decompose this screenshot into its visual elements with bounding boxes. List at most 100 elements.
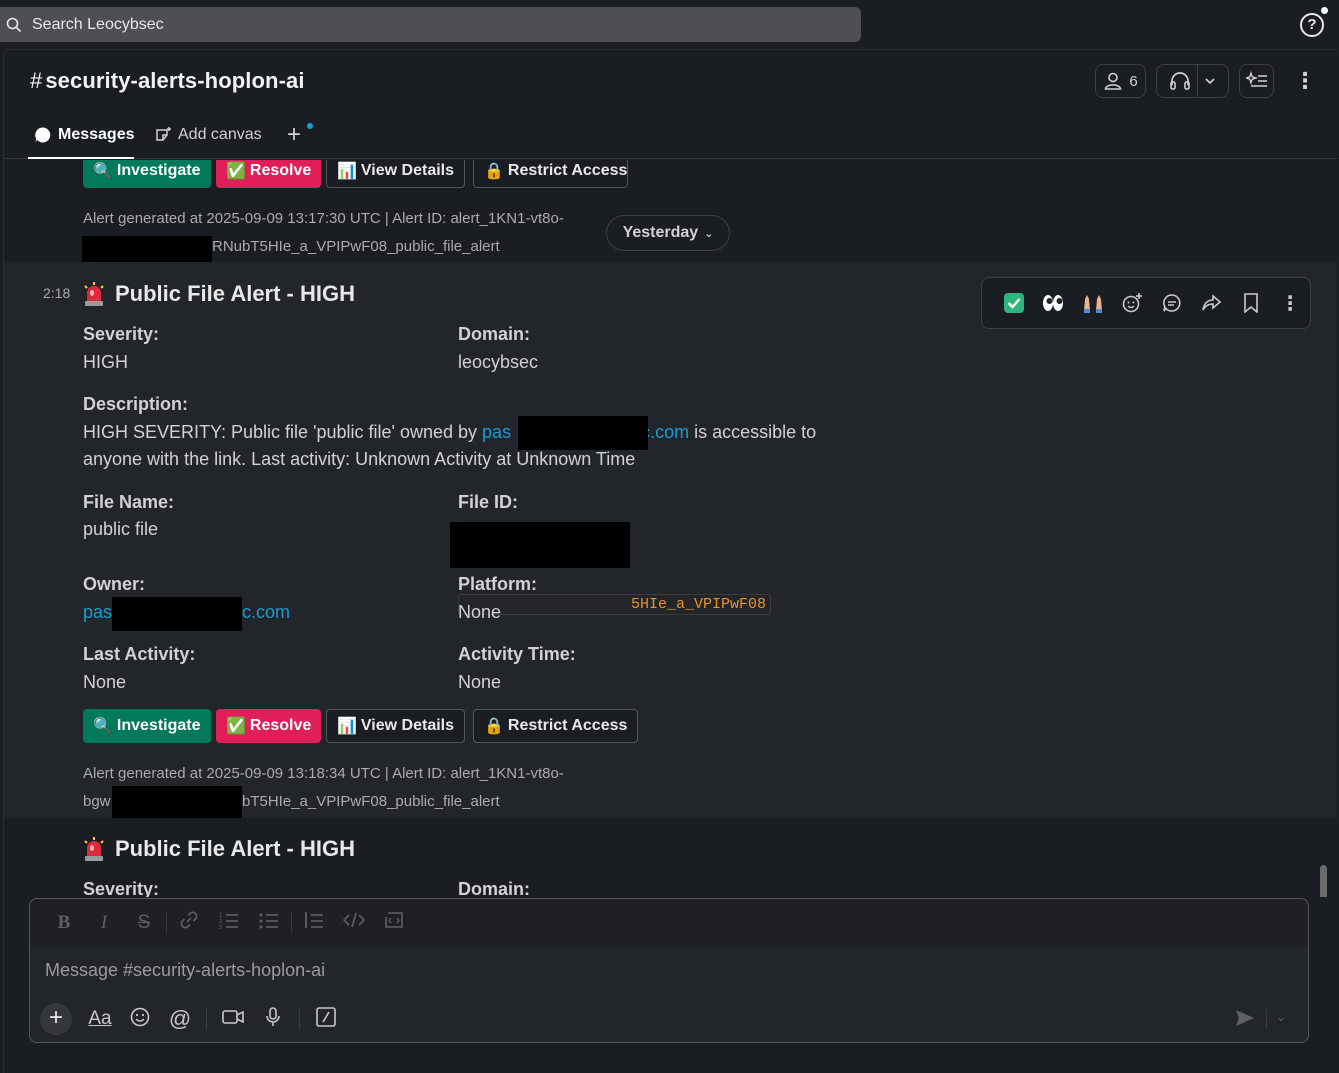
bookmark-icon[interactable] bbox=[1231, 288, 1271, 318]
investigate-button[interactable]: 🔍 Investigate bbox=[83, 709, 211, 743]
message-timestamp[interactable]: 2:18 bbox=[43, 285, 70, 301]
forward-icon[interactable] bbox=[1192, 288, 1232, 318]
tab-add-canvas[interactable]: Add canvas bbox=[154, 126, 262, 144]
channel-details-button[interactable] bbox=[1239, 64, 1274, 98]
resolve-button[interactable]: ✅ Resolve bbox=[216, 160, 322, 188]
send-divider bbox=[1266, 1009, 1267, 1029]
channel-hash-icon: # bbox=[30, 68, 43, 93]
redaction bbox=[112, 786, 242, 820]
last-activity-label: Last Activity: bbox=[83, 644, 196, 664]
active-tab-indicator bbox=[28, 157, 134, 159]
investigate-button[interactable]: 🔍 Investigate bbox=[83, 160, 211, 188]
message-input[interactable]: Message #security-alerts-hoplon-ai bbox=[45, 960, 325, 981]
mention-icon[interactable]: @ bbox=[160, 1006, 200, 1032]
chevron-down-icon[interactable]: ⌄ bbox=[1276, 1010, 1286, 1024]
severity-label: Severity: bbox=[83, 879, 160, 897]
alert-footer-line2-head: bgw bbox=[83, 793, 111, 810]
file-name-value: public file bbox=[83, 519, 159, 539]
channel-title[interactable]: # security-alerts-hoplon-ai bbox=[30, 68, 305, 94]
ordered-list-icon[interactable]: 123 bbox=[209, 911, 249, 935]
bulleted-list-icon[interactable] bbox=[249, 911, 289, 935]
sparkle-list-icon bbox=[1245, 71, 1267, 87]
send-icon[interactable] bbox=[1235, 1009, 1255, 1033]
message-composer: B I S 123 Message #security-alerts-hoplo… bbox=[29, 898, 1309, 1043]
emoji-icon[interactable] bbox=[120, 1007, 160, 1032]
magnifier-emoji-icon: 🔍 bbox=[93, 163, 113, 180]
file-name-label: File Name: bbox=[83, 492, 175, 512]
message-list: 🔍 Investigate ✅ Resolve 📊 View Details 🔒 Res… bbox=[4, 160, 1337, 897]
strikethrough-icon[interactable]: S bbox=[124, 912, 164, 934]
help-icon[interactable]: ? bbox=[1300, 13, 1324, 37]
channel-name: security-alerts-hoplon-ai bbox=[45, 68, 305, 93]
domain-label: Domain: bbox=[458, 324, 530, 344]
activity-time-label: Activity Time: bbox=[458, 644, 576, 664]
microphone-icon[interactable] bbox=[253, 1006, 293, 1032]
huddle-button[interactable] bbox=[1156, 64, 1229, 98]
restrict-access-button[interactable]: 🔒 Restrict Access bbox=[473, 160, 628, 188]
toolbar-divider bbox=[166, 913, 167, 933]
more-options-icon[interactable]: ⋮ bbox=[1294, 70, 1316, 94]
search-bar[interactable]: Search Leocybsec bbox=[0, 7, 861, 42]
day-divider-pill[interactable]: Yesterday ⌄ bbox=[606, 215, 730, 251]
reply-thread-icon[interactable] bbox=[1152, 288, 1192, 318]
link-icon[interactable] bbox=[169, 911, 209, 935]
file-id-code: 5HIe_a_VPIPwF08 bbox=[458, 594, 772, 615]
severity-value: HIGH bbox=[83, 352, 128, 372]
alert-title: Public File Alert - HIGH bbox=[83, 281, 355, 307]
alert-footer-line2: RNubT5HIe_a_VPIPwF08_public_file_alert bbox=[212, 238, 500, 255]
scrollbar[interactable] bbox=[1320, 865, 1327, 897]
bold-icon[interactable]: B bbox=[44, 912, 84, 934]
domain-label: Domain: bbox=[458, 879, 530, 897]
check-mark-emoji-icon: ✅ bbox=[226, 163, 246, 180]
tab-messages-label: Messages bbox=[58, 126, 135, 143]
owner-label: Owner: bbox=[83, 574, 146, 594]
description-text-line2: anyone with the link. Last activity: Unk… bbox=[83, 449, 636, 469]
person-icon bbox=[1104, 72, 1122, 90]
more-actions-icon[interactable]: ⋮ bbox=[1271, 288, 1311, 318]
resolve-button[interactable]: ✅ Resolve bbox=[216, 709, 322, 743]
member-count: 6 bbox=[1129, 72, 1138, 90]
tab-add-canvas-label: Add canvas bbox=[178, 126, 262, 143]
attach-plus-icon[interactable]: + bbox=[40, 1003, 72, 1035]
add-reaction-icon[interactable] bbox=[1113, 288, 1153, 318]
tools-divider bbox=[206, 1008, 207, 1030]
add-tab-plus-icon[interactable]: + bbox=[287, 121, 301, 149]
check-reaction-icon[interactable] bbox=[994, 288, 1034, 318]
message-actions-toolbar: ⋮ bbox=[981, 277, 1311, 329]
notification-dot bbox=[1321, 7, 1328, 14]
channel-tabs: Messages Add canvas + bbox=[4, 120, 1337, 159]
bar-chart-emoji-icon: 📊 bbox=[337, 718, 357, 735]
lock-emoji-icon: 🔒 bbox=[484, 163, 504, 180]
members-button[interactable]: 6 bbox=[1095, 64, 1146, 98]
chevron-down-icon[interactable] bbox=[1204, 75, 1216, 87]
eyes-reaction-icon[interactable] bbox=[1034, 288, 1074, 318]
raised-hands-reaction-icon[interactable] bbox=[1073, 288, 1113, 318]
file-id-label: File ID: bbox=[458, 492, 519, 512]
redaction bbox=[450, 522, 630, 568]
description-text: HIGH SEVERITY: Public file 'public file'… bbox=[83, 422, 817, 442]
view-details-button[interactable]: 📊 View Details bbox=[326, 709, 466, 743]
domain-value: leocybsec bbox=[458, 352, 539, 372]
search-placeholder: Search Leocybsec bbox=[32, 15, 164, 33]
siren-emoji-icon bbox=[84, 837, 104, 861]
magnifier-emoji-icon: 🔍 bbox=[93, 718, 113, 735]
tab-messages[interactable]: Messages bbox=[34, 126, 135, 144]
blockquote-icon[interactable] bbox=[294, 911, 334, 935]
code-block-icon[interactable] bbox=[374, 911, 414, 935]
composer-tools: + Aa @ bbox=[40, 1002, 346, 1036]
view-details-button[interactable]: 📊 View Details bbox=[326, 160, 466, 188]
italic-icon[interactable]: I bbox=[84, 912, 124, 934]
restrict-access-button[interactable]: 🔒 Restrict Access bbox=[473, 709, 639, 743]
last-activity-value: None bbox=[83, 672, 127, 692]
platform-label: Platform: bbox=[458, 574, 538, 594]
new-feature-dot bbox=[307, 123, 313, 129]
slash-command-icon[interactable] bbox=[306, 1006, 346, 1032]
formatting-toolbar: B I S 123 bbox=[30, 899, 1308, 947]
canvas-icon bbox=[156, 127, 171, 141]
code-icon[interactable] bbox=[334, 912, 374, 934]
activity-time-value: None bbox=[458, 672, 502, 692]
headphones-icon bbox=[1170, 72, 1190, 90]
video-icon[interactable] bbox=[213, 1008, 253, 1031]
text-format-icon[interactable]: Aa bbox=[80, 1008, 120, 1030]
toolbar-divider bbox=[291, 913, 292, 933]
